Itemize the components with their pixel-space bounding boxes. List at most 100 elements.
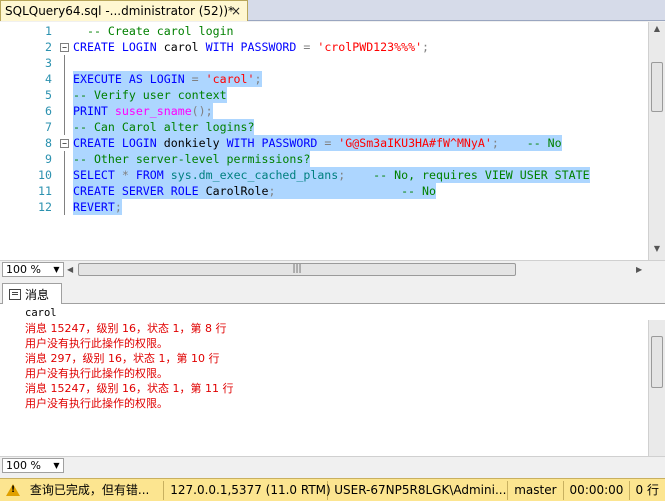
message-line: 用户没有执行此操作的权限。 [25, 397, 168, 410]
messages-horizontal-bar: 100 % ▼ [0, 456, 665, 474]
chevron-down-icon[interactable]: ▼ [50, 459, 63, 472]
editor-vertical-scrollbar[interactable]: ▲ ▼ [648, 22, 665, 260]
code-token: (); [191, 104, 213, 118]
horizontal-scroll-thumb[interactable]: ||| [78, 263, 516, 276]
code-line[interactable]: 1 -- Create carol login [0, 23, 648, 39]
code-line[interactable]: 12 REVERT; [0, 199, 648, 215]
code-text: SELECT * FROM sys.dm_exec_cached_plans; … [73, 167, 590, 183]
line-number: 3 [45, 56, 52, 70]
code-text: -- Create carol login [73, 23, 234, 39]
code-token: EXECUTE AS LOGIN [73, 72, 192, 86]
code-token: -- No [275, 184, 436, 198]
code-line[interactable]: 8− CREATE LOGIN donkiely WITH PASSWORD = … [0, 135, 648, 151]
code-line[interactable]: 3 [0, 55, 648, 71]
code-token: CREATE LOGIN [73, 40, 164, 54]
tab-sqlquery64[interactable]: SQLQuery64.sql -...dministrator (52))* × [0, 0, 248, 21]
tab-messages[interactable]: 消息 [2, 283, 62, 305]
status-message: 查询已完成，但有错... [24, 480, 165, 500]
code-token: PRINT [73, 104, 115, 118]
code-token: = [191, 72, 206, 86]
code-text: EXECUTE AS LOGIN = 'carol'; [73, 71, 262, 87]
code-line[interactable]: 6 PRINT suser_sname(); [0, 103, 648, 119]
line-number: 1 [45, 24, 52, 38]
code-token: sys.dm_exec_cached_plans [170, 168, 339, 182]
code-token: * [121, 168, 136, 182]
messages-icon [9, 289, 21, 300]
code-token: 'G@Sm3aIKU3HA#fW^MNyA' [338, 136, 492, 150]
code-token: CREATE LOGIN [73, 136, 164, 150]
code-token: FROM [135, 168, 171, 182]
tab-title: SQLQuery64.sql -...dministrator (52))* [5, 4, 235, 18]
results-tabstrip: 消息 [0, 282, 665, 305]
status-elapsed: 00:00:00 [564, 480, 630, 500]
scroll-thumb[interactable] [651, 62, 663, 112]
message-line: 消息 15247，级别 16，状态 1，第 11 行 [25, 382, 234, 395]
code-token: WITH PASSWORD [205, 40, 304, 54]
line-number: 7 [45, 120, 52, 134]
code-line[interactable]: 7 -- Can Carol alter logins? [0, 119, 648, 135]
document-tabstrip: SQLQuery64.sql -...dministrator (52))* × [0, 0, 665, 21]
chevron-down-icon[interactable]: ▼ [50, 263, 63, 276]
line-number: 10 [38, 168, 52, 182]
outline-guide [64, 71, 65, 87]
code-line[interactable]: 5 -- Verify user context [0, 87, 648, 103]
code-token: suser_sname [114, 104, 192, 118]
code-token: REVERT [73, 200, 115, 214]
zoom-select[interactable]: 100 % ▼ [2, 458, 64, 473]
code-text: -- Verify user context [73, 87, 227, 103]
outline-guide [64, 119, 65, 135]
code-token: -- No [519, 136, 562, 150]
code-token: donkiely [163, 136, 227, 150]
warning-icon [6, 484, 20, 496]
line-number: 9 [45, 152, 52, 166]
outline-guide [64, 87, 65, 103]
message-line: 用户没有执行此操作的权限。 [25, 367, 168, 380]
code-line[interactable]: 4 EXECUTE AS LOGIN = 'carol'; [0, 71, 648, 87]
code-text: CREATE SERVER ROLE CarolRole; -- No [73, 183, 436, 199]
line-number: 12 [38, 200, 52, 214]
code-token: ; [114, 200, 122, 214]
code-token: -- Create carol login [73, 24, 234, 38]
outline-guide [64, 55, 65, 71]
close-icon[interactable]: × [229, 4, 243, 18]
code-token: 'crolPWD123%%%' [317, 40, 423, 54]
code-token: -- Other server-level permissions? [73, 152, 311, 166]
messages-pane[interactable]: carol 消息 15247，级别 16，状态 1，第 8 行用户没有执行此操作的… [0, 304, 665, 456]
line-number: 11 [38, 184, 52, 198]
code-token: -- No, requires VIEW USER STATE [366, 168, 590, 182]
scroll-left-icon[interactable]: ◀ [67, 263, 77, 277]
code-token: carol [163, 40, 206, 54]
collapse-icon[interactable]: − [60, 139, 69, 148]
tab-messages-label: 消息 [25, 288, 50, 302]
status-database: master [508, 480, 564, 500]
scroll-up-icon[interactable]: ▲ [652, 24, 662, 38]
code-line[interactable]: 11 CREATE SERVER ROLE CarolRole; -- No [0, 183, 648, 199]
line-number: 6 [45, 104, 52, 118]
code-token: -- Verify user context [73, 88, 227, 102]
line-number: 2 [45, 40, 52, 54]
status-user: USER-67NP5R8LGK\Admini... [328, 480, 509, 500]
code-token: CarolRole [205, 184, 269, 198]
code-text: -- Can Carol alter logins? [73, 119, 255, 135]
scroll-thumb[interactable] [651, 336, 663, 388]
code-text: PRINT suser_sname(); [73, 103, 213, 119]
zoom-value: 100 % [6, 459, 41, 472]
code-token: WITH PASSWORD [226, 136, 325, 150]
query-editor[interactable]: 1 -- Create carol login 2− CREATE LOGIN ca… [0, 22, 665, 260]
message-line: 消息 15247，级别 16，状态 1，第 8 行 [25, 322, 227, 335]
code-text: REVERT; [73, 199, 122, 215]
code-line[interactable]: 10 SELECT * FROM sys.dm_exec_cached_plans… [0, 167, 648, 183]
code-token: SELECT [73, 168, 122, 182]
code-token: -- Can Carol alter logins? [73, 120, 255, 134]
editor-horizontal-bar: 100 % ▼ ◀ ||| ▶ [0, 260, 665, 278]
collapse-icon[interactable]: − [60, 43, 69, 52]
code-line[interactable]: 9 -- Other server-level permissions? [0, 151, 648, 167]
scroll-right-icon[interactable]: ▶ [636, 263, 646, 277]
code-text: -- Other server-level permissions? [73, 151, 311, 167]
code-line[interactable]: 2− CREATE LOGIN carol WITH PASSWORD = 'cr… [0, 39, 648, 55]
outline-guide [64, 103, 65, 119]
zoom-select[interactable]: 100 % ▼ [2, 262, 64, 277]
code-token: CREATE SERVER ROLE [73, 184, 206, 198]
scroll-down-icon[interactable]: ▼ [652, 244, 662, 258]
messages-vertical-scrollbar[interactable] [648, 320, 665, 456]
